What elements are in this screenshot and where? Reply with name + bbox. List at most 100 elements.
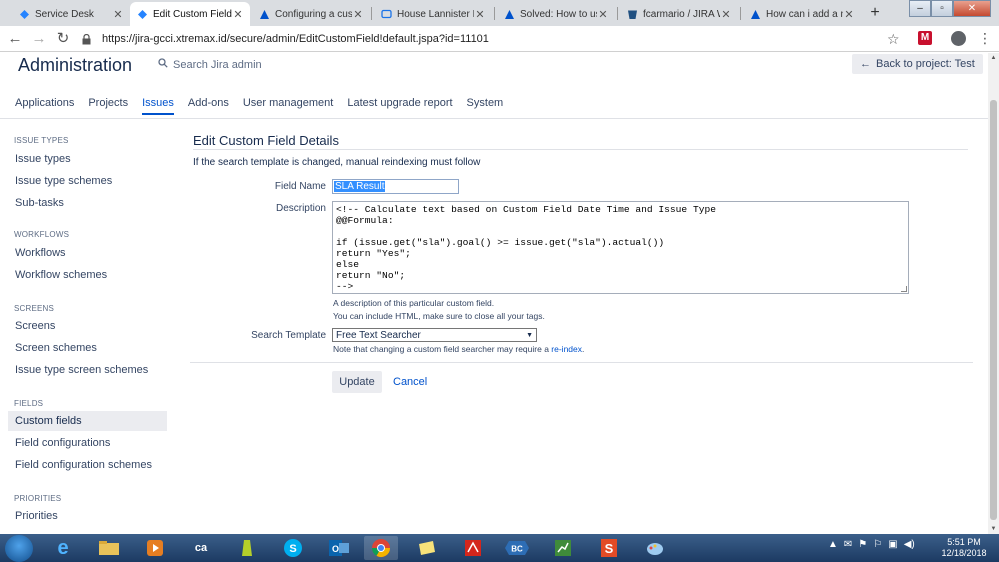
close-icon[interactable]: ✕ bbox=[720, 8, 732, 21]
url-field[interactable]: https://jira-gcci.xtremax.id/secure/admi… bbox=[80, 29, 908, 49]
close-icon[interactable]: ✕ bbox=[112, 8, 124, 21]
notes-app-icon[interactable] bbox=[410, 536, 444, 560]
svg-text:S: S bbox=[605, 541, 614, 556]
forward-arrow-icon[interactable]: → bbox=[30, 30, 48, 48]
nav-projects[interactable]: Projects bbox=[88, 97, 128, 115]
minimize-button[interactable]: – bbox=[909, 0, 931, 17]
arrow-left-icon: ← bbox=[860, 58, 871, 70]
spreadsheet-app-icon[interactable] bbox=[546, 536, 580, 560]
back-to-project-button[interactable]: ← Back to project: Test bbox=[852, 54, 983, 74]
mail-tray-icon[interactable]: ✉ bbox=[844, 539, 852, 550]
admin-search[interactable]: Search Jira admin bbox=[158, 58, 262, 71]
flag-tray-icon[interactable]: ⚐ bbox=[873, 539, 882, 550]
volume-tray-icon[interactable]: ◀) bbox=[904, 539, 915, 550]
nav-latest-upgrade-report[interactable]: Latest upgrade report bbox=[347, 97, 452, 115]
network-tray-icon[interactable]: ▣ bbox=[888, 539, 897, 550]
outlook-icon[interactable]: O bbox=[322, 536, 356, 560]
bookmark-star-icon[interactable]: ☆ bbox=[887, 31, 900, 48]
tab-separator bbox=[494, 7, 495, 20]
scroll-down-icon[interactable]: ▼ bbox=[988, 524, 999, 534]
re-index-link[interactable]: re-index bbox=[551, 344, 582, 354]
cancel-link[interactable]: Cancel bbox=[393, 376, 427, 388]
close-icon[interactable]: ✕ bbox=[843, 8, 855, 21]
tray-expand-icon[interactable]: ▲ bbox=[828, 539, 838, 550]
tab-separator bbox=[617, 7, 618, 20]
media-player-icon[interactable] bbox=[138, 536, 172, 560]
tab-configuring[interactable]: Configuring a custo ✕ bbox=[252, 2, 370, 26]
tab-title: House Lannister Ep bbox=[397, 8, 474, 20]
file-explorer-icon[interactable] bbox=[92, 536, 126, 560]
tab-solved[interactable]: Solved: How to use ✕ bbox=[497, 2, 615, 26]
nav-issues[interactable]: Issues bbox=[142, 97, 174, 115]
tab-edit-custom-field[interactable]: Edit Custom Field - ✕ bbox=[130, 2, 250, 26]
sidebar-item-field-configurations[interactable]: Field configurations bbox=[8, 433, 167, 453]
skype-icon[interactable]: S bbox=[276, 536, 310, 560]
security-tray-icon[interactable]: ⚑ bbox=[858, 539, 867, 550]
internet-explorer-icon[interactable]: e bbox=[46, 536, 80, 560]
browser-tab-strip: Service Desk ✕ Edit Custom Field - ✕ Con… bbox=[0, 0, 999, 26]
back-arrow-icon[interactable]: ← bbox=[6, 30, 24, 48]
close-icon[interactable]: ✕ bbox=[597, 8, 609, 21]
sidebar-item-issue-type-schemes[interactable]: Issue type schemes bbox=[8, 171, 167, 191]
nav-system[interactable]: System bbox=[467, 97, 504, 115]
close-icon[interactable]: ✕ bbox=[232, 8, 244, 21]
sidebar-heading-fields: FIELDS bbox=[14, 399, 44, 408]
close-icon[interactable]: ✕ bbox=[352, 8, 364, 21]
sidebar-item-issue-types[interactable]: Issue types bbox=[8, 149, 167, 169]
searcher-note-text: Note that changing a custom field search… bbox=[333, 344, 549, 354]
field-name-value: SLA Result bbox=[334, 181, 386, 192]
tab-title: How can i add a ne bbox=[766, 8, 843, 20]
description-textarea[interactable]: <!-- Calculate text based on Custom Fiel… bbox=[332, 201, 909, 294]
tab-title: Configuring a custo bbox=[275, 8, 352, 20]
sidebar-item-priorities[interactable]: Priorities bbox=[8, 506, 167, 526]
search-template-value: Free Text Searcher bbox=[336, 329, 421, 341]
atlassian-icon bbox=[503, 8, 515, 20]
scrollbar-thumb[interactable] bbox=[990, 100, 997, 520]
browser-menu-icon[interactable]: ⋮ bbox=[978, 30, 992, 46]
acrobat-icon[interactable] bbox=[456, 536, 490, 560]
maximize-button[interactable]: ▫ bbox=[931, 0, 953, 17]
sidebar-item-workflows[interactable]: Workflows bbox=[8, 243, 167, 263]
sidebar-item-issue-type-screen-schemes[interactable]: Issue type screen schemes bbox=[8, 360, 167, 380]
taskbar-clock[interactable]: 5:51 PM 12/18/2018 bbox=[939, 537, 989, 559]
tab-how-can-i-add[interactable]: How can i add a ne ✕ bbox=[743, 2, 861, 26]
resize-grip-icon[interactable] bbox=[901, 286, 907, 292]
s-app-icon[interactable]: S bbox=[592, 536, 626, 560]
sidebar-item-field-configuration-schemes[interactable]: Field configuration schemes bbox=[8, 455, 167, 475]
update-button[interactable]: Update bbox=[332, 371, 382, 393]
sidebar-item-sub-tasks[interactable]: Sub-tasks bbox=[8, 193, 167, 213]
windows-start-button[interactable] bbox=[5, 535, 33, 562]
page-scrollbar[interactable]: ▲ ▼ bbox=[988, 53, 999, 534]
chrome-icon[interactable] bbox=[364, 536, 398, 560]
sidebar-item-screen-schemes[interactable]: Screen schemes bbox=[8, 338, 167, 358]
scroll-up-icon[interactable]: ▲ bbox=[988, 53, 999, 63]
dropdown-caret-icon: ▼ bbox=[526, 331, 533, 339]
tab-title: fcarmario / JIRA W bbox=[643, 8, 720, 20]
new-tab-button[interactable]: + bbox=[866, 4, 884, 22]
description-value: <!-- Calculate text based on Custom Fiel… bbox=[336, 204, 716, 292]
paint-app-icon[interactable] bbox=[638, 536, 672, 560]
profile-avatar-icon[interactable] bbox=[951, 31, 966, 46]
nav-user-management[interactable]: User management bbox=[243, 97, 334, 115]
reload-icon[interactable]: ↻ bbox=[54, 30, 72, 48]
cleaner-app-icon[interactable] bbox=[230, 536, 264, 560]
mcafee-extension-icon[interactable]: M bbox=[918, 31, 932, 45]
tab-house-lannister[interactable]: House Lannister Ep ✕ bbox=[374, 2, 492, 26]
nav-applications[interactable]: Applications bbox=[15, 97, 74, 115]
field-name-input[interactable]: SLA Result bbox=[332, 179, 459, 194]
sidebar-item-screens[interactable]: Screens bbox=[8, 316, 167, 336]
sidebar-item-custom-fields[interactable]: Custom fields bbox=[8, 411, 167, 431]
ca-app-icon[interactable]: ca bbox=[184, 536, 218, 560]
tab-service-desk[interactable]: Service Desk ✕ bbox=[12, 2, 130, 26]
tab-title: Solved: How to use bbox=[520, 8, 597, 20]
tab-bitbucket[interactable]: fcarmario / JIRA W ✕ bbox=[620, 2, 738, 26]
search-template-select[interactable]: Free Text Searcher ▼ bbox=[332, 328, 537, 342]
nav-add-ons[interactable]: Add-ons bbox=[188, 97, 229, 115]
tab-separator bbox=[371, 7, 372, 20]
bc-app-icon[interactable]: BC bbox=[500, 536, 534, 560]
sidebar-item-workflow-schemes[interactable]: Workflow schemes bbox=[8, 265, 167, 285]
svg-text:S: S bbox=[289, 543, 296, 555]
close-icon[interactable]: ✕ bbox=[474, 8, 486, 21]
atlassian-icon bbox=[749, 8, 761, 20]
window-close-button[interactable]: ✕ bbox=[953, 0, 991, 17]
